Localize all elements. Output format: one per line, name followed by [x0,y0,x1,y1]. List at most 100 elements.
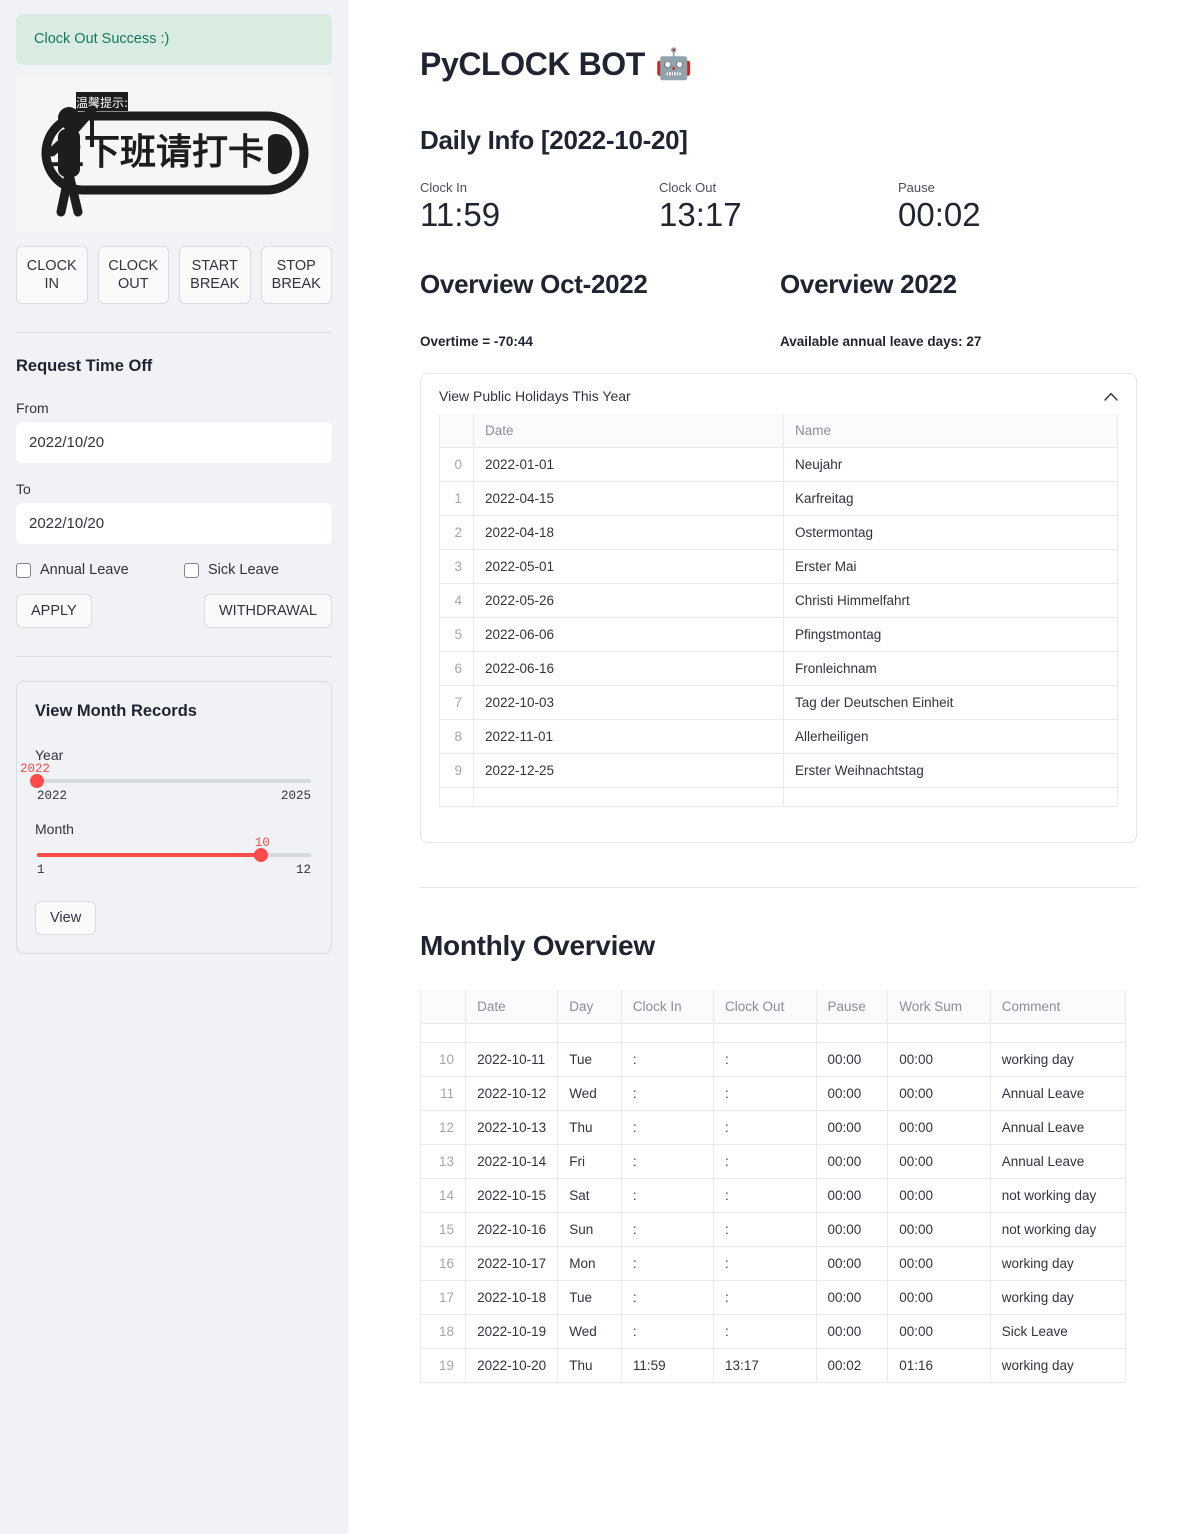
public-holidays-table-container: Date Name 0 2022-01-01 Neujahr 1 2022-04-15 K… [421,414,1136,825]
sidebar: Clock Out Success :) 温馨提示: 上下班请打卡！ CLOCK… [0,0,348,1534]
metric-clock-out-label: Clock Out [659,180,717,195]
row-day: Sat [557,1178,622,1214]
month-slider-thumb[interactable] [254,848,269,863]
view-month-records-title: View Month Records [35,702,197,721]
year-slider-thumb[interactable] [30,774,44,789]
row-work-sum: 01:16 [887,1348,991,1384]
withdrawal-button[interactable]: WITHDRAWAL [203,594,332,629]
sidebar-divider-2 [16,656,332,658]
row-index: 5 [439,617,474,653]
row-work-sum: 00:00 [887,1110,991,1146]
col-pause: Pause [815,990,889,1025]
year-slider-track[interactable] [30,774,311,789]
view-month-records-card: View Month Records Year 2022 2022 2025 M… [16,681,332,955]
available-annual-leave-text: Available annual leave days: 27 [780,334,982,350]
row-pause: 00:00 [815,1280,889,1316]
table-row: 1 2022-04-15 Karfreitag [439,481,1118,517]
monthly-overview-table-container[interactable]: Date Day Clock In Clock Out Pause Work S… [420,990,1137,1390]
sick-leave-checkbox[interactable] [184,562,199,578]
row-work-sum: 00:00 [887,1076,991,1112]
month-slider-min: 1 [37,863,45,878]
row-date: 2022-12-25 [473,753,784,789]
sick-leave-checkbox-item[interactable]: Sick Leave [184,562,279,578]
col-day: Day [557,990,622,1025]
clock-out-button-line2: OUT [117,275,149,292]
metric-clock-out: Clock Out 13:17 [659,180,898,233]
row-name: Erster Mai [783,549,1118,585]
year-slider-min: 2022 [37,789,68,804]
row-comment: working day [989,1348,1127,1384]
month-slider-track[interactable] [37,848,311,863]
row-index: 12 [420,1110,467,1146]
row-pause: 00:00 [815,1042,889,1078]
row-date: 2022-10-13 [465,1110,559,1146]
row-comment: working day [989,1280,1127,1316]
table-row: 0 2022-01-01 Neujahr [439,447,1118,483]
row-clock-in: : [620,1144,715,1180]
row-date: 2022-10-18 [465,1280,559,1316]
page-title: PyCLOCK BOT 🤖 [420,46,1137,83]
overtime-text: Overtime = -70:44 [420,334,533,350]
row-index: 0 [439,447,474,483]
row-index: 14 [420,1178,467,1214]
table-row: 7 2022-10-03 Tag der Deutschen Einheit [439,685,1118,721]
col-index [439,414,474,449]
table-row: 16 2022-10-17 Mon::00:00 00:00 working day [420,1246,1127,1282]
public-holidays-expander[interactable]: View Public Holidays This Year Date Name [420,373,1137,844]
row-clock-out: : [713,1110,817,1146]
row-pause: 00:00 [815,1212,889,1248]
row-day: Mon [557,1246,622,1282]
metric-pause-label: Pause [898,180,935,195]
public-holidays-table: Date Name 0 2022-01-01 Neujahr 1 2022-04-15 K… [439,414,1118,808]
row-date: 2022-01-01 [473,447,784,483]
row-pause: 00:00 [815,1314,889,1350]
clock-out-button-line1: CLOCK [108,257,159,274]
row-clock-in: : [620,1280,715,1316]
row-clock-in: 11:59 [620,1348,715,1384]
robot-icon: 🤖 [654,47,692,81]
clock-in-button-line2: IN [44,275,60,292]
to-date-input[interactable] [16,503,332,545]
year-slider[interactable]: 2022 2022 2025 [20,762,313,804]
row-comment: Annual Leave [989,1144,1127,1180]
row-name: Allerheiligen [783,719,1118,755]
row-index: 15 [420,1212,467,1248]
table-row: 15 2022-10-16 Sun::00:00 00:00 not working d… [420,1212,1127,1248]
stop-break-button[interactable]: STOP BREAK [260,245,332,305]
month-slider[interactable]: 10 1 12 [35,836,313,877]
row-pause: 00:00 [815,1110,889,1146]
row-comment: not working day [989,1178,1127,1214]
row-index: 19 [420,1348,467,1384]
table-header-row: Date Day Clock In Clock Out Pause Work S… [420,990,1127,1025]
to-label: To [16,481,31,498]
monthly-overview-table: Date Day Clock In Clock Out Pause Work S… [420,990,1127,1384]
month-slider-range: 1 12 [37,863,311,877]
annual-leave-checkbox-item[interactable]: Annual Leave [16,562,184,578]
table-header-row: Date Name [439,414,1118,449]
row-day: Wed [557,1076,622,1112]
row-name: Pfingstmontag [783,617,1118,653]
table-row: 2 2022-04-18 Ostermontag [439,515,1118,551]
view-button[interactable]: View [35,901,97,936]
start-break-button[interactable]: START BREAK [179,245,251,305]
apply-button[interactable]: APPLY [16,594,92,629]
row-pause: 00:00 [815,1246,889,1282]
from-date-input[interactable] [16,422,332,464]
table-row-partial [439,787,1118,808]
table-row: 12 2022-10-13 Thu::00:00 00:00 Annual Leave [420,1110,1127,1146]
public-holidays-expander-header[interactable]: View Public Holidays This Year [421,374,1136,415]
table-row: 5 2022-06-06 Pfingstmontag [439,617,1118,653]
clock-out-button[interactable]: CLOCK OUT [97,245,169,305]
row-day: Wed [557,1314,622,1350]
table-row: 11 2022-10-12 Wed::00:00 00:00 Annual Leave [420,1076,1127,1112]
time-off-action-row: APPLY WITHDRAWAL [16,594,332,629]
chevron-up-icon[interactable] [1104,390,1118,403]
row-name: Fronleichnam [783,651,1118,687]
row-index: 1 [439,481,474,517]
clock-in-button[interactable]: CLOCK IN [16,245,88,305]
annual-leave-checkbox[interactable] [16,562,31,578]
table-row: 10 2022-10-11 Tue::00:00 00:00 working day [420,1042,1127,1078]
col-date: Date [473,414,784,449]
row-work-sum: 00:00 [887,1042,991,1078]
col-clock-in: Clock In [620,990,715,1025]
